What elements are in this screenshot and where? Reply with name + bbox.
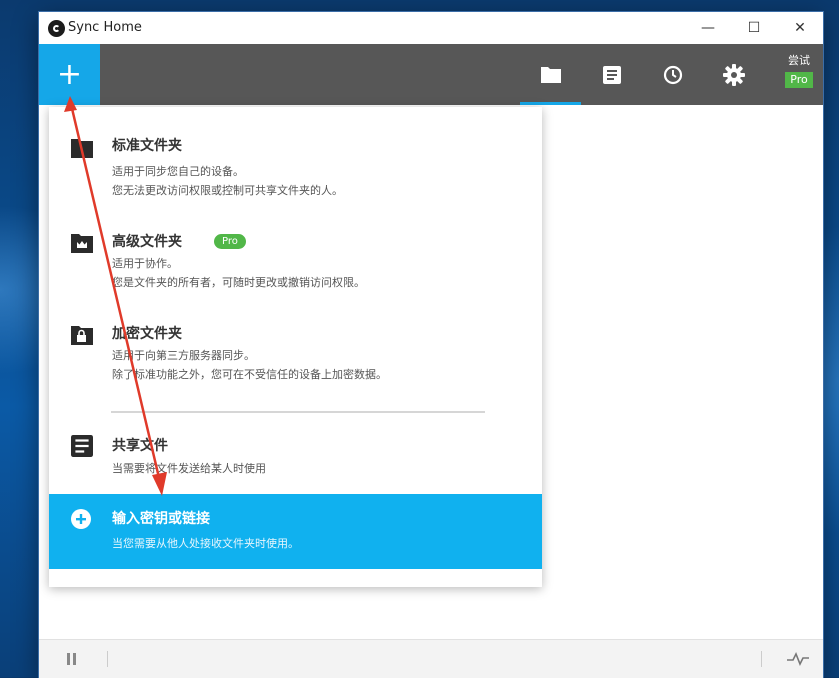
app-logo-icon: [48, 20, 65, 37]
menu-item-title: 高级文件夹: [112, 234, 182, 250]
menu-item-enter-key-or-link[interactable]: 输入密钥或链接 当您需要从他人处接收文件夹时使用。: [49, 494, 542, 569]
tab-folders[interactable]: [520, 44, 581, 105]
menu-item-desc: 除了标准功能之外，您可在不受信任的设备上加密数据。: [112, 368, 387, 381]
add-button[interactable]: +: [39, 44, 100, 105]
menu-item-desc: 您无法更改访问权限或控制可共享文件夹的人。: [112, 184, 343, 197]
toolbar: + 尝试 Pro: [39, 44, 823, 105]
activity-icon[interactable]: [787, 652, 809, 666]
maximize-button[interactable]: ☐: [731, 12, 777, 44]
app-window: Sync Home — ☐ ✕ + 尝试 Pro 标准文件夹 适用于同步您自己的…: [39, 12, 823, 678]
minimize-button[interactable]: —: [685, 12, 731, 44]
menu-item-title: 加密文件夹: [112, 326, 182, 342]
plus-circle-icon: [71, 509, 91, 529]
tab-history[interactable]: [642, 44, 703, 105]
menu-item-title: 输入密钥或链接: [112, 511, 210, 527]
pro-badge: Pro: [214, 234, 246, 249]
clock-icon: [663, 65, 682, 84]
lock-folder-icon: [71, 326, 93, 345]
document-list-icon: [602, 65, 621, 84]
status-bar: [39, 639, 823, 678]
menu-item-standard-folder[interactable]: 标准文件夹 适用于同步您自己的设备。 您无法更改访问权限或控制可共享文件夹的人。: [49, 133, 542, 203]
menu-item-desc: 适用于向第三方服务器同步。: [112, 349, 255, 362]
pause-icon[interactable]: [66, 653, 78, 665]
menu-item-share-file[interactable]: 共享文件 当需要将文件发送给某人时使用: [49, 433, 542, 483]
trial-pro-button[interactable]: 尝试 Pro: [779, 52, 819, 88]
close-button[interactable]: ✕: [777, 12, 823, 44]
folder-icon: [540, 67, 561, 83]
document-icon: [71, 435, 93, 457]
status-divider-right: [761, 651, 762, 667]
window-title: Sync Home: [68, 20, 142, 35]
add-folder-menu: 标准文件夹 适用于同步您自己的设备。 您无法更改访问权限或控制可共享文件夹的人。…: [49, 107, 542, 587]
gear-icon: [722, 63, 745, 86]
tab-settings[interactable]: [703, 44, 764, 105]
menu-item-desc: 当您需要从他人处接收文件夹时使用。: [112, 537, 299, 550]
menu-item-desc: 适用于同步您自己的设备。: [112, 165, 244, 178]
menu-divider: [111, 411, 485, 413]
status-divider: [107, 651, 108, 667]
menu-item-title: 标准文件夹: [112, 138, 182, 154]
menu-item-title: 共享文件: [112, 438, 168, 454]
folder-icon: [71, 139, 93, 158]
pro-badge: Pro: [785, 72, 813, 88]
menu-item-desc: 适用于协作。: [112, 257, 178, 270]
menu-item-desc: 您是文件夹的所有者，可随时更改或撤销访问权限。: [112, 276, 365, 289]
tab-transfers[interactable]: [581, 44, 642, 105]
menu-item-encrypted-folder[interactable]: 加密文件夹 适用于向第三方服务器同步。 除了标准功能之外，您可在不受信任的设备上…: [49, 321, 542, 391]
menu-item-desc: 当需要将文件发送给某人时使用: [112, 462, 266, 475]
menu-item-advanced-folder[interactable]: 高级文件夹 Pro 适用于协作。 您是文件夹的所有者，可随时更改或撤销访问权限。: [49, 229, 542, 299]
crown-folder-icon: [71, 234, 93, 253]
title-bar: Sync Home — ☐ ✕: [39, 12, 823, 44]
trial-label: 尝试: [788, 54, 810, 67]
